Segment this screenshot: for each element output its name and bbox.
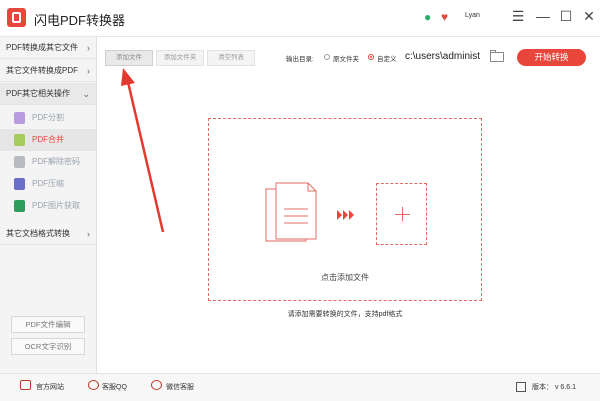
image-extract-icon: [14, 200, 25, 212]
menu-icon[interactable]: ☰: [510, 8, 526, 24]
add-file-button[interactable]: 添加文件: [105, 50, 153, 66]
supported-format-hint: 请添加需要转换的文件，支持pdf格式: [287, 311, 403, 318]
triple-arrow-icon: [337, 210, 354, 220]
website-icon: [20, 380, 31, 390]
sidebar-category-label: 其它文档格式转换: [6, 229, 70, 238]
sidebar-category-label: PDF转换成其它文件: [6, 43, 78, 52]
sidebar: PDF转换成其它文件 › 其它文件转换成PDF › PDF其它相关操作 ⌄ PD…: [0, 37, 97, 373]
title-bar: 闪电PDF转换器 ● ♥ Lyan ☰ — ☐ ✕: [0, 0, 600, 37]
sidebar-category-label: PDF其它相关操作: [6, 89, 70, 98]
sidebar-category-pdf-other-ops[interactable]: PDF其它相关操作 ⌄: [0, 83, 96, 105]
radio-custom-folder[interactable]: [368, 54, 374, 60]
sidebar-category-other-doc-convert[interactable]: 其它文档格式转换 ›: [0, 223, 96, 245]
version-label: 版本： v 6.6.1: [532, 384, 576, 391]
radio-custom-folder-label: 自定义: [377, 56, 397, 63]
sidebar-item-label: PDF解除密码: [32, 157, 80, 166]
documents-icon: [265, 182, 317, 242]
sidebar-item-pdf-compress[interactable]: PDF压缩: [0, 173, 96, 195]
sidebar-item-pdf-image-extract[interactable]: PDF图片获取: [0, 195, 96, 217]
split-icon: [14, 112, 25, 124]
chevron-right-icon: ›: [87, 43, 90, 53]
add-folder-button[interactable]: 添加文件夹: [156, 50, 204, 66]
sidebar-item-pdf-merge[interactable]: PDF合并: [0, 129, 96, 151]
file-drop-zone[interactable]: 点击添加文件: [208, 118, 482, 301]
merge-icon: [14, 134, 25, 146]
sidebar-item-label: PDF分割: [32, 113, 64, 122]
app-title: 闪电PDF转换器: [34, 13, 126, 28]
app-logo-icon: [7, 8, 26, 27]
output-dir-label: 输出目录:: [286, 56, 314, 63]
output-path-input[interactable]: c:\users\administ: [405, 49, 488, 65]
sidebar-item-pdf-split[interactable]: PDF分割: [0, 107, 96, 129]
unlock-icon: [14, 156, 25, 168]
compress-icon: [14, 178, 25, 190]
close-icon[interactable]: ✕: [581, 8, 597, 24]
add-file-plus-box[interactable]: [376, 183, 427, 245]
sidebar-category-other-to-pdf[interactable]: 其它文件转换成PDF ›: [0, 60, 96, 82]
status-bar: 官方网站 客服QQ 微信客服 版本： v 6.6.1: [0, 373, 600, 401]
vip-icon[interactable]: ♥: [441, 10, 448, 24]
minimize-icon[interactable]: —: [535, 8, 551, 24]
sidebar-item-label: PDF合并: [32, 135, 64, 144]
maximize-icon[interactable]: ☐: [558, 8, 574, 24]
qq-icon: [88, 380, 99, 390]
ocr-button[interactable]: OCR文字识别: [11, 338, 85, 355]
start-convert-button[interactable]: 开始转换: [517, 49, 586, 66]
sidebar-item-label: PDF压缩: [32, 179, 64, 188]
drop-zone-text: 点击添加文件: [321, 273, 369, 282]
wechat-service-icon: [151, 380, 162, 390]
user-name[interactable]: Lyan: [465, 12, 480, 19]
chevron-right-icon: ›: [87, 229, 90, 239]
service-qq-link[interactable]: 客服QQ: [102, 382, 127, 392]
chevron-down-icon: ⌄: [82, 89, 90, 99]
sidebar-item-label: PDF图片获取: [32, 201, 80, 210]
wechat-icon[interactable]: ●: [424, 10, 431, 24]
wechat-service-link[interactable]: 微信客服: [166, 382, 194, 392]
clear-list-button[interactable]: 清空列表: [207, 50, 255, 66]
official-website-link[interactable]: 官方网站: [36, 382, 64, 392]
radio-source-folder[interactable]: [324, 54, 330, 60]
sidebar-item-pdf-unlock[interactable]: PDF解除密码: [0, 151, 96, 173]
download-icon[interactable]: [516, 382, 526, 392]
radio-source-folder-label: 原文件夹: [333, 56, 359, 63]
chevron-right-icon: ›: [87, 66, 90, 76]
pdf-edit-button[interactable]: PDF文件编辑: [11, 316, 85, 333]
sidebar-category-pdf-to-other[interactable]: PDF转换成其它文件 ›: [0, 37, 96, 59]
folder-icon[interactable]: [490, 50, 504, 62]
sidebar-category-label: 其它文件转换成PDF: [6, 66, 78, 75]
